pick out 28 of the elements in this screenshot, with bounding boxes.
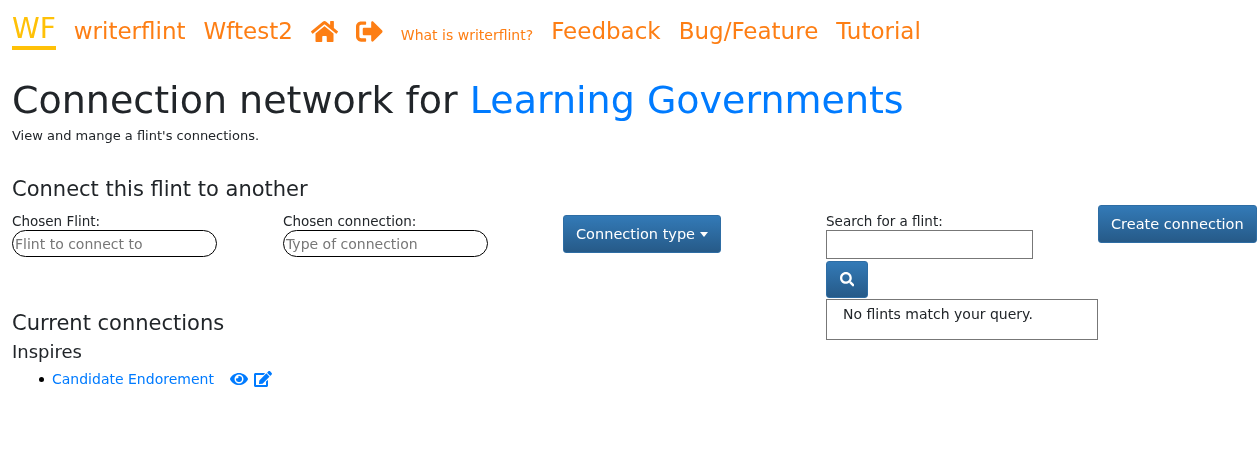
nav-link[interactable]: Feedback xyxy=(551,18,661,44)
field-label: Search for a flint: xyxy=(826,213,944,229)
nav-link[interactable]: Bug/Feature xyxy=(678,18,819,44)
input-field[interactable]: Type of connection xyxy=(283,230,488,257)
create-connection-button[interactable]: Create connection xyxy=(1098,205,1257,243)
page-title: Connection network for Learning Governments xyxy=(12,78,905,122)
section-heading: Connect this flint to another xyxy=(12,177,309,201)
edit-icon[interactable] xyxy=(253,370,272,388)
connection-link[interactable]: Candidate Endorement xyxy=(52,371,214,387)
nav-link[interactable]: Tutorial xyxy=(836,18,921,44)
logo[interactable]: WF xyxy=(12,12,56,50)
field-label: Chosen connection: xyxy=(283,213,418,229)
input-field[interactable]: Flint to connect to xyxy=(12,230,217,257)
bullet xyxy=(39,376,44,382)
section-heading: Current connections xyxy=(12,311,226,335)
nav-link[interactable]: What is writerflint? xyxy=(400,27,534,43)
connection-type-dropdown[interactable]: Connection type xyxy=(563,215,722,253)
nav-link[interactable]: Wftest2 xyxy=(203,18,293,44)
view-icon[interactable] xyxy=(229,370,248,388)
search-field[interactable] xyxy=(826,230,1033,259)
search-button[interactable] xyxy=(826,261,868,298)
search-results: No flints match your query. xyxy=(826,299,1098,340)
field-label: Chosen Flint: xyxy=(12,213,102,229)
page-subtitle: View and mange a flint's connections. xyxy=(12,128,261,143)
nav-link[interactable]: writerflint xyxy=(73,18,186,44)
search-icon xyxy=(839,272,855,287)
caret-icon xyxy=(700,231,709,237)
group-heading: Inspires xyxy=(12,341,83,362)
